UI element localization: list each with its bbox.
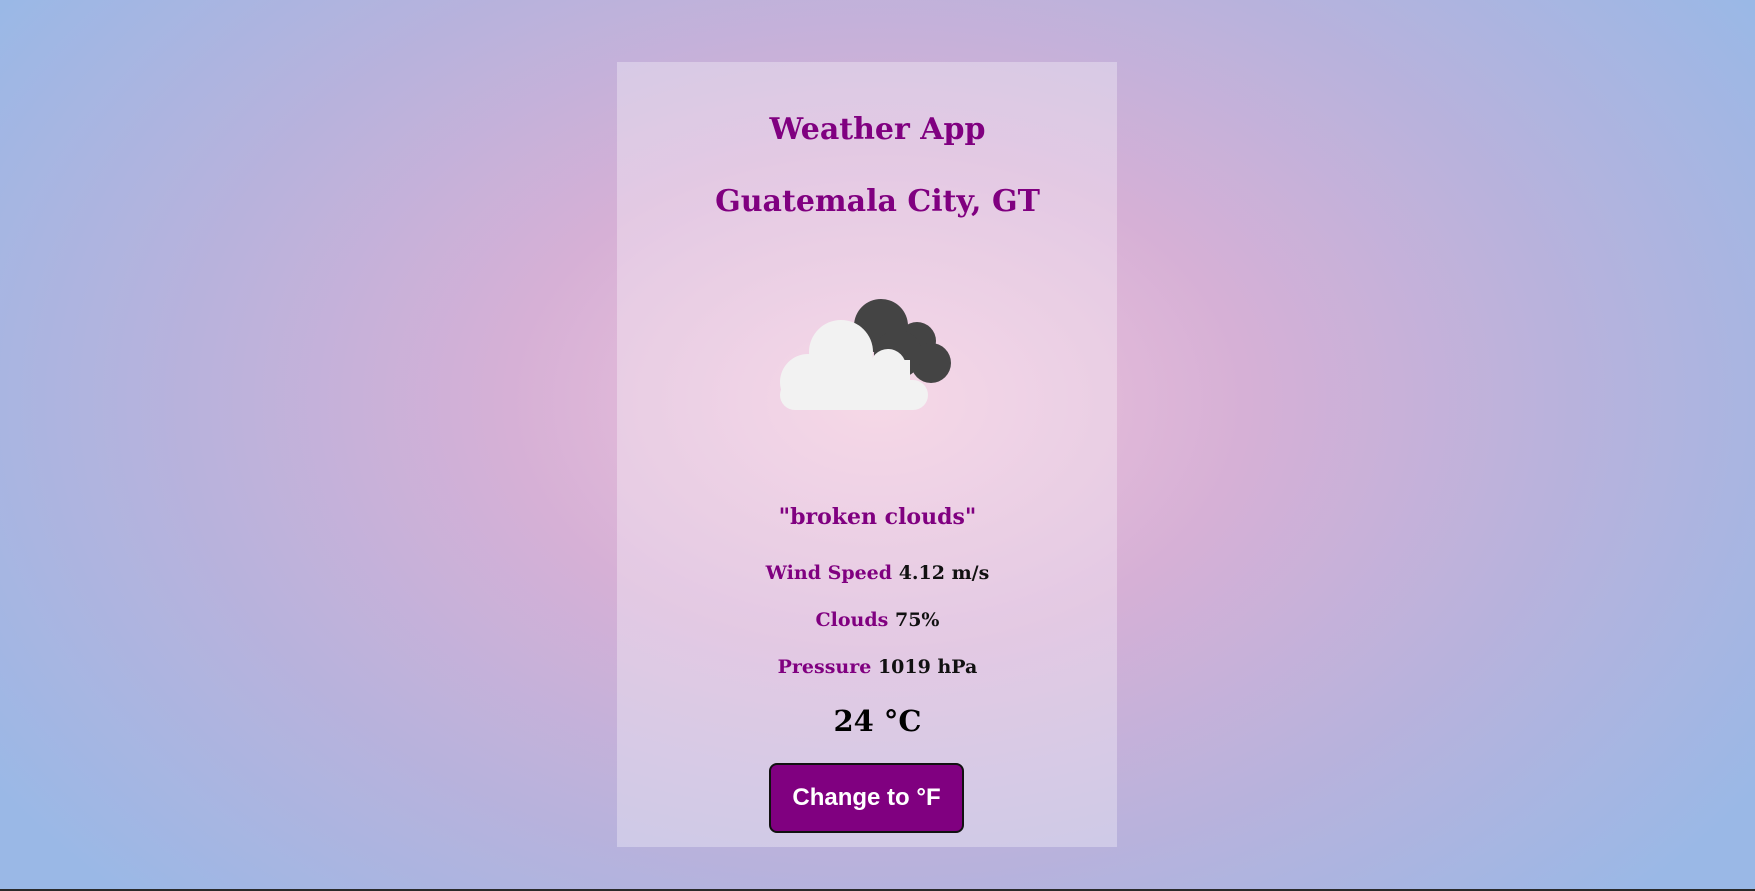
- pressure-label: Pressure: [777, 656, 872, 678]
- pressure-value: 1019 hPa: [877, 656, 978, 678]
- clouds-row: Clouds 75%: [0, 605, 1755, 635]
- temperature-value: 24 °C: [833, 704, 922, 738]
- wind-speed-value: 4.12 m/s: [898, 562, 990, 584]
- weather-description: "broken clouds": [778, 504, 977, 530]
- clouds-label: Clouds: [815, 609, 889, 631]
- location-name: Guatemala City, GT: [715, 184, 1040, 219]
- pressure-row: Pressure 1019 hPa: [0, 652, 1755, 682]
- clouds-value: 75%: [894, 609, 940, 631]
- broken-clouds-icon: [780, 299, 951, 410]
- wind-speed-label: Wind Speed: [765, 562, 893, 584]
- app-title: Weather App: [769, 112, 986, 147]
- change-unit-button[interactable]: Change to °F: [769, 763, 964, 833]
- wind-speed-row: Wind Speed 4.12 m/s: [0, 558, 1755, 588]
